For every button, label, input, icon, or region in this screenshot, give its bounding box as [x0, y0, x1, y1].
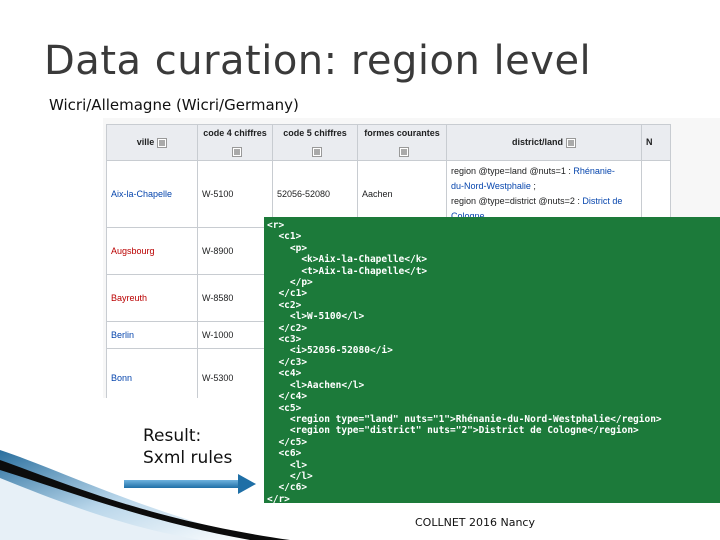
code-line: <c6>: [267, 448, 302, 460]
sort-icon[interactable]: [566, 137, 576, 148]
table-cell: W-1000: [197, 320, 273, 349]
code-line: <p>: [267, 242, 308, 254]
code-line: <region type="land" nuts="1">Rhénanie-du…: [267, 413, 662, 425]
region-link[interactable]: Rhénanie-: [573, 166, 615, 176]
column-header-district[interactable]: district/land: [446, 124, 642, 161]
footer-text: COLLNET 2016 Nancy: [415, 516, 535, 529]
ville-link[interactable]: Aix-la-Chapelle: [106, 159, 198, 228]
ville-link[interactable]: Bonn: [106, 347, 198, 398]
sort-icon[interactable]: [311, 146, 322, 157]
code-line: <l>Aachen</l>: [267, 379, 365, 391]
region-link[interactable]: du-Nord-Westphalie: [451, 181, 531, 191]
code-line: <c2>: [267, 299, 302, 311]
table-cell: W-5300: [197, 347, 273, 398]
code-line: </r>: [267, 493, 290, 505]
table-cell: W-5100: [197, 159, 273, 228]
code-line: <region type="district" nuts="2">Distric…: [267, 425, 639, 437]
column-header-formes[interactable]: formes courantes: [357, 124, 447, 161]
code-line: <l>W-5100</l>: [267, 311, 365, 323]
code-line: </c2>: [267, 322, 308, 334]
column-header-code5[interactable]: code 5 chiffres: [272, 124, 358, 161]
slide-subtitle: Wicri/Allemagne (Wicri/Germany): [49, 96, 299, 114]
code-line: <r>: [267, 220, 285, 231]
right-arrow-icon: [124, 474, 256, 494]
code-line: <i>52056-52080</i>: [267, 345, 393, 357]
column-header-n[interactable]: N: [641, 124, 671, 161]
district-link[interactable]: District de: [582, 196, 622, 206]
code-line: <c3>: [267, 334, 302, 346]
table-cell: W-8900: [197, 226, 273, 275]
table-header-row: ville code 4 chiffres code 5 chiffres fo…: [106, 124, 671, 161]
ville-link[interactable]: Bayreuth: [106, 273, 198, 322]
table-cell: W-8580: [197, 273, 273, 322]
code-line: <k>Aix-la-Chapelle</k>: [267, 254, 428, 266]
code-line: </c4>: [267, 391, 308, 403]
sort-icon[interactable]: [398, 146, 409, 157]
ville-link[interactable]: Augsbourg: [106, 226, 198, 275]
code-line: <c5>: [267, 402, 302, 414]
code-line: </c3>: [267, 356, 308, 368]
code-line: </c5>: [267, 436, 308, 448]
column-header-ville[interactable]: ville: [106, 124, 198, 161]
code-line: <c4>: [267, 368, 302, 380]
code-line: <l>: [267, 459, 308, 471]
sxml-code-block: <r> <c1> <p> <k>Aix-la-Chapelle</k> <t>A…: [264, 217, 720, 505]
slide-title: Data curation: region level: [44, 38, 592, 84]
sort-icon[interactable]: [231, 146, 242, 157]
code-line: </l>: [267, 470, 313, 482]
sort-icon[interactable]: [157, 137, 168, 148]
code-line: </p>: [267, 277, 313, 289]
code-line: <t>Aix-la-Chapelle</t>: [267, 265, 428, 277]
code-line: </c6>: [267, 482, 308, 494]
code-line: <c1>: [267, 231, 302, 243]
column-header-code4[interactable]: code 4 chiffres: [197, 124, 273, 161]
result-caption: Result: Sxml rules: [143, 426, 233, 468]
code-line: </c1>: [267, 288, 308, 300]
ville-link[interactable]: Berlin: [106, 320, 198, 349]
